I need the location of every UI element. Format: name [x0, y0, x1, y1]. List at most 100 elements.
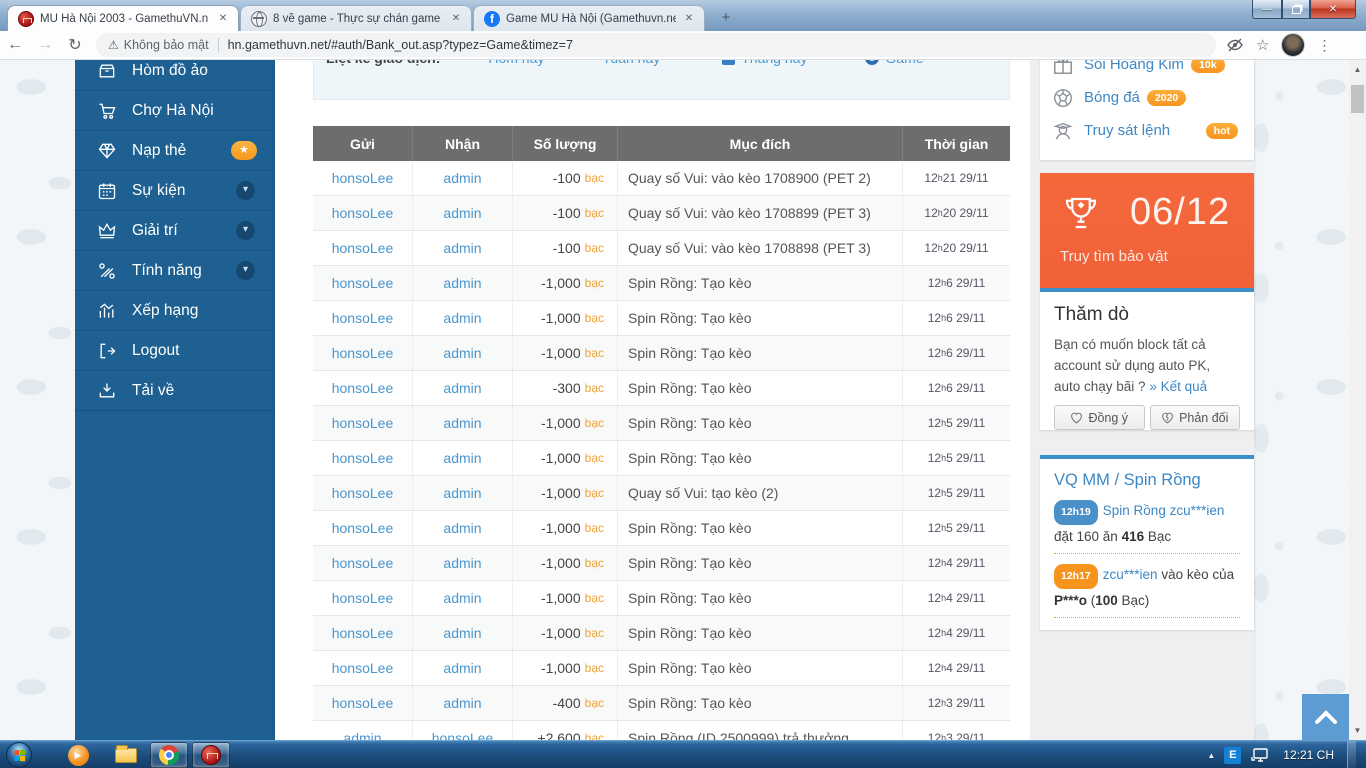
input-language-icon[interactable]: E: [1224, 747, 1241, 764]
file-explorer-button[interactable]: [110, 742, 142, 768]
new-tab-button[interactable]: +: [712, 9, 740, 27]
time-badge: 12h17: [1054, 564, 1098, 589]
sender-link[interactable]: honsoLee: [332, 450, 394, 466]
poll-result-link[interactable]: » Kết quả: [1149, 379, 1207, 394]
minimize-button[interactable]: —: [1252, 0, 1282, 19]
sender-link[interactable]: honsoLee: [332, 170, 394, 186]
receiver-link[interactable]: admin: [443, 695, 481, 711]
sender-link[interactable]: honsoLee: [332, 380, 394, 396]
filter-link-today[interactable]: Hôm nay: [488, 60, 544, 66]
sidebar-item-hom-do-ao[interactable]: Hòm đồ ảo: [75, 60, 275, 91]
taskbar-clock[interactable]: 12:21 CH: [1283, 748, 1334, 762]
receiver-link[interactable]: honsoLee: [432, 730, 494, 740]
currency-label: bạc: [585, 381, 604, 395]
sender-link[interactable]: honsoLee: [332, 660, 394, 676]
sidebar-item-su-kien[interactable]: Sự kiện ▾: [75, 171, 275, 211]
currency-label: bạc: [585, 206, 604, 220]
network-icon[interactable]: [1250, 747, 1270, 763]
spin-rong-title[interactable]: VQ MM / Spin Rồng: [1054, 471, 1240, 490]
receiver-link[interactable]: admin: [443, 555, 481, 571]
receiver-link[interactable]: admin: [443, 310, 481, 326]
receiver-link[interactable]: admin: [443, 170, 481, 186]
receiver-link[interactable]: admin: [443, 485, 481, 501]
game-link-soi-hoang-kim[interactable]: Sói Hoàng Kim 10k: [1052, 60, 1242, 81]
chrome-task-button[interactable]: [150, 742, 188, 768]
scrollbar-down-arrow[interactable]: ▼: [1349, 723, 1366, 738]
sidebar-item-giai-tri[interactable]: Giải trí ▾: [75, 211, 275, 251]
table-row: honsoLee admin -1,000bạc Spin Rồng: Tạo …: [313, 406, 1010, 441]
sender-link[interactable]: honsoLee: [332, 590, 394, 606]
receiver-link[interactable]: admin: [443, 590, 481, 606]
tab-mu-hanoi[interactable]: MU Hà Nội 2003 - GamethuVN.n ✕: [7, 5, 239, 31]
time-cell: 12h6 29/11: [903, 301, 1010, 335]
filter-link-game[interactable]: Game: [865, 60, 923, 66]
filter-link-month[interactable]: Tháng này: [722, 60, 807, 66]
profile-avatar[interactable]: [1281, 33, 1305, 57]
sender-link[interactable]: honsoLee: [332, 415, 394, 431]
sender-link[interactable]: honsoLee: [332, 310, 394, 326]
tab-8-ve-game[interactable]: 8 về game - Thực sự chán game ✕: [240, 5, 472, 31]
security-label[interactable]: Không bảo mật: [124, 38, 209, 52]
sidebar-item-tinh-nang[interactable]: Tính năng ▾: [75, 251, 275, 291]
browser-menu-icon[interactable]: ⋮: [1317, 37, 1331, 54]
sidebar-item-cho-ha-noi[interactable]: Chợ Hà Nội: [75, 91, 275, 131]
sender-link[interactable]: honsoLee: [332, 485, 394, 501]
currency-label: bạc: [585, 731, 604, 740]
sidebar-item-xep-hang[interactable]: Xếp hạng: [75, 291, 275, 331]
tab-close-icon[interactable]: ✕: [216, 12, 230, 26]
game-link-bong-da[interactable]: Bóng đá 2020: [1052, 81, 1242, 114]
time-badge: 12h19: [1054, 500, 1098, 525]
start-button[interactable]: [6, 742, 32, 768]
sender-link[interactable]: admin: [343, 730, 381, 740]
show-desktop-button[interactable]: [1347, 741, 1356, 768]
browser-scrollbar[interactable]: ▲ ▼: [1349, 60, 1366, 740]
address-bar[interactable]: ⚠ Không bảo mật hn.gamethuvn.net/#auth/B…: [96, 33, 1216, 57]
game-link-truy-sat-lenh[interactable]: Truy sát lệnh hot: [1052, 114, 1242, 147]
sender-link[interactable]: honsoLee: [332, 695, 394, 711]
maximize-button[interactable]: [1282, 0, 1310, 19]
tray-expand-icon[interactable]: ▲: [1207, 751, 1215, 760]
scrollbar-up-arrow[interactable]: ▲: [1349, 62, 1366, 77]
bookmark-star-icon[interactable]: ☆: [1256, 36, 1269, 54]
sidebar-item-nap-the[interactable]: Nạp thẻ ★: [75, 131, 275, 171]
receiver-link[interactable]: admin: [443, 275, 481, 291]
receiver-link[interactable]: admin: [443, 205, 481, 221]
receiver-link[interactable]: admin: [443, 415, 481, 431]
eye-blocked-icon[interactable]: [1226, 37, 1244, 53]
reload-button[interactable]: ↻: [60, 35, 90, 55]
receiver-link[interactable]: admin: [443, 520, 481, 536]
sender-link[interactable]: honsoLee: [332, 240, 394, 256]
player-link[interactable]: Spin Rồng zcu***ien: [1103, 503, 1225, 518]
player-link[interactable]: zcu***ien: [1103, 567, 1158, 582]
sender-link[interactable]: honsoLee: [332, 555, 394, 571]
sender-link[interactable]: honsoLee: [332, 345, 394, 361]
receiver-link[interactable]: admin: [443, 660, 481, 676]
event-card[interactable]: 06/12 Truy tìm bảo vật: [1040, 173, 1254, 288]
agree-button[interactable]: Đồng ý: [1054, 405, 1145, 430]
sidebar-item-tai-ve[interactable]: Tải về: [75, 371, 275, 411]
amount-cell: -1,000bạc: [513, 581, 618, 615]
url-text[interactable]: hn.gamethuvn.net/#auth/Bank_out.asp?type…: [228, 38, 573, 52]
close-button[interactable]: ✕: [1310, 0, 1356, 19]
receiver-link[interactable]: admin: [443, 625, 481, 641]
sender-link[interactable]: honsoLee: [332, 205, 394, 221]
receiver-link[interactable]: admin: [443, 380, 481, 396]
tab-close-icon[interactable]: ✕: [682, 12, 696, 26]
receiver-link[interactable]: admin: [443, 450, 481, 466]
sender-link[interactable]: honsoLee: [332, 520, 394, 536]
sender-link[interactable]: honsoLee: [332, 625, 394, 641]
forward-button[interactable]: →: [30, 36, 60, 54]
sidebar-item-logout[interactable]: Logout: [75, 331, 275, 371]
tab-close-icon[interactable]: ✕: [449, 12, 463, 26]
mu-game-task-button[interactable]: [192, 742, 230, 768]
scrollbar-thumb[interactable]: [1351, 85, 1364, 113]
disagree-button[interactable]: Phản đối: [1150, 405, 1241, 430]
receiver-link[interactable]: admin: [443, 240, 481, 256]
receiver-link[interactable]: admin: [443, 345, 481, 361]
media-player-button[interactable]: ▶: [62, 742, 94, 768]
tab-facebook[interactable]: f Game MU Hà Nội (Gamethuvn.ne ✕: [473, 5, 705, 31]
scroll-to-top-button[interactable]: [1302, 694, 1349, 740]
filter-link-week[interactable]: Tuần này: [602, 60, 660, 66]
sender-link[interactable]: honsoLee: [332, 275, 394, 291]
back-button[interactable]: ←: [0, 36, 30, 54]
